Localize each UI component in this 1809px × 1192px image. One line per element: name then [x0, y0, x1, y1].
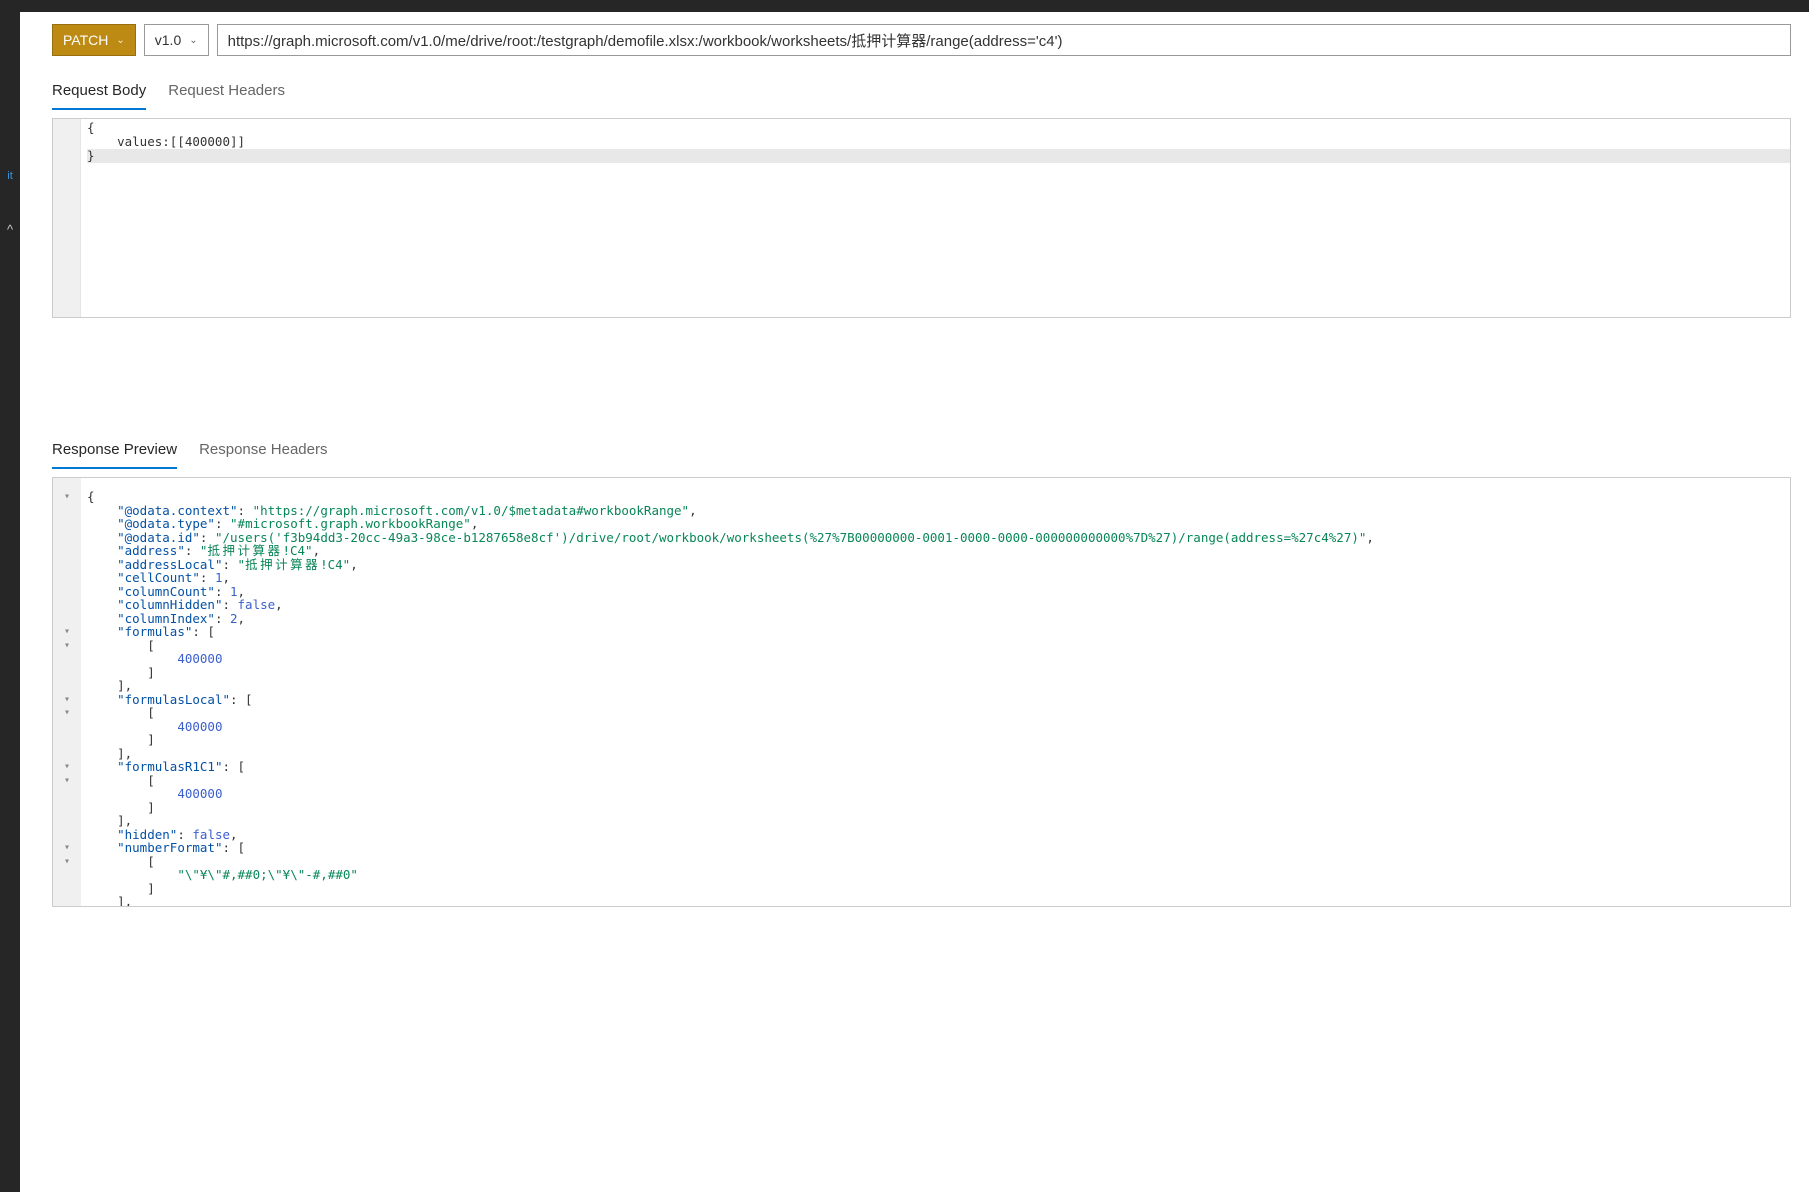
- json-line: "hidden": false,: [87, 828, 1790, 842]
- response-gutter: ▾ ▾ ▾ ▾ ▾ ▾ ▾ ▾ ▾: [53, 478, 81, 906]
- response-tabs: Response Preview Response Headers: [52, 433, 1791, 469]
- json-line: ],: [87, 895, 1790, 907]
- tab-request-headers[interactable]: Request Headers: [168, 74, 285, 109]
- json-line: ]: [87, 733, 1790, 747]
- json-line: {: [87, 490, 1790, 504]
- code-line: {: [87, 121, 1790, 135]
- request-body-editor[interactable]: { values:[[400000]] }: [52, 118, 1791, 318]
- json-line: "columnCount": 1,: [87, 585, 1790, 599]
- json-line: [: [87, 706, 1790, 720]
- api-version-dropdown[interactable]: v1.0 ⌄: [144, 24, 209, 56]
- http-method-dropdown[interactable]: PATCH ⌄: [52, 24, 136, 56]
- json-line: "numberFormat": [: [87, 841, 1790, 855]
- request-url-input[interactable]: [217, 24, 1791, 56]
- json-line: "@odata.type": "#microsoft.graph.workboo…: [87, 517, 1790, 531]
- json-line: "cellCount": 1,: [87, 571, 1790, 585]
- collapse-chevron-icon[interactable]: ^: [7, 222, 13, 237]
- json-line: ],: [87, 814, 1790, 828]
- json-line: ]: [87, 666, 1790, 680]
- request-tabs: Request Body Request Headers: [52, 74, 1791, 110]
- json-line: "@odata.id": "/users('f3b94dd3-20cc-49a3…: [87, 531, 1790, 545]
- tab-request-body[interactable]: Request Body: [52, 74, 146, 109]
- json-line: "formulasR1C1": [: [87, 760, 1790, 774]
- chevron-down-icon: ⌄: [189, 35, 197, 46]
- json-line: [: [87, 855, 1790, 869]
- json-line: 400000: [87, 652, 1790, 666]
- code-line: }: [87, 149, 1790, 163]
- chevron-down-icon: ⌄: [116, 35, 124, 46]
- json-line: 400000: [87, 787, 1790, 801]
- json-line: [: [87, 639, 1790, 653]
- response-preview-viewer[interactable]: ▾ ▾ ▾ ▾ ▾ ▾ ▾ ▾ ▾ { "@odata.context: [52, 477, 1791, 907]
- json-line: 400000: [87, 720, 1790, 734]
- response-content: { "@odata.context": "https://graph.micro…: [81, 478, 1790, 906]
- json-line: ]: [87, 801, 1790, 815]
- json-line: ],: [87, 679, 1790, 693]
- tab-response-preview[interactable]: Response Preview: [52, 433, 177, 468]
- code-line: values:[[400000]]: [87, 135, 1790, 149]
- sidebar: it ^: [0, 0, 20, 1192]
- json-line: [: [87, 774, 1790, 788]
- json-line: "@odata.context": "https://graph.microso…: [87, 504, 1790, 518]
- json-line: "formulas": [: [87, 625, 1790, 639]
- request-toolbar: PATCH ⌄ v1.0 ⌄: [52, 24, 1791, 56]
- json-line: ]: [87, 882, 1790, 896]
- json-line: "\"¥\"#,##0;\"¥\"-#,##0": [87, 868, 1790, 882]
- response-area: Response Preview Response Headers ▾ ▾ ▾ …: [52, 433, 1791, 907]
- json-line: "address": "抵押计算器!C4",: [87, 544, 1790, 558]
- json-line: ],: [87, 747, 1790, 761]
- json-line: "addressLocal": "抵押计算器!C4",: [87, 558, 1790, 572]
- tab-response-headers[interactable]: Response Headers: [199, 433, 327, 468]
- editor-gutter: [53, 119, 81, 317]
- json-line: "formulasLocal": [: [87, 693, 1790, 707]
- json-line: "columnIndex": 2,: [87, 612, 1790, 626]
- editor-content: { values:[[400000]] }: [81, 119, 1790, 317]
- json-line: "columnHidden": false,: [87, 598, 1790, 612]
- main-panel: PATCH ⌄ v1.0 ⌄ Request Body Request Head…: [20, 12, 1809, 1192]
- sidebar-hint: it: [7, 170, 13, 182]
- api-version-label: v1.0: [155, 32, 181, 48]
- http-method-label: PATCH: [63, 32, 112, 48]
